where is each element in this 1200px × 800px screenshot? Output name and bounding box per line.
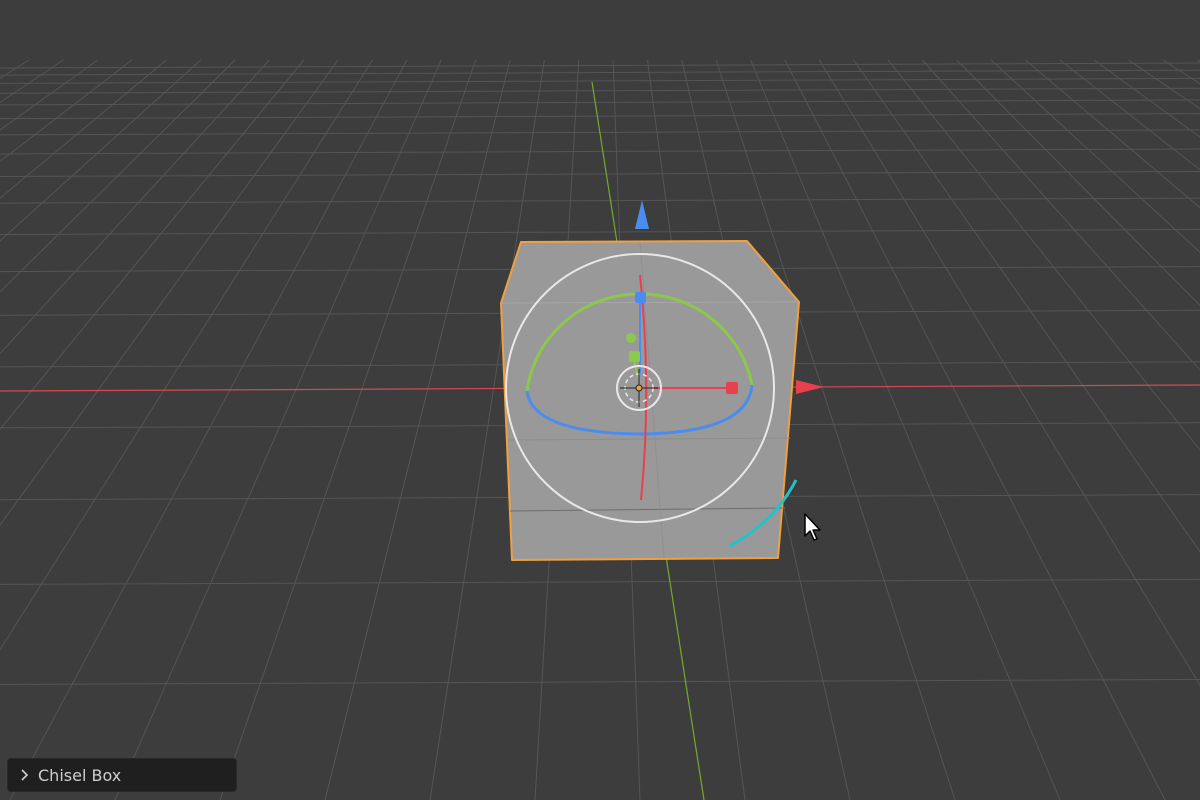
grid-line xyxy=(0,59,202,242)
grid-line xyxy=(1059,59,1200,171)
z-scale-handle[interactable] xyxy=(635,292,646,303)
grid-line xyxy=(921,59,1200,371)
grid-line xyxy=(0,171,1200,178)
grid-line xyxy=(1128,59,1200,110)
chevron-right-icon[interactable] xyxy=(14,768,36,782)
grid-line xyxy=(956,59,1200,307)
grid-line xyxy=(0,99,1200,106)
grid-line xyxy=(0,59,167,199)
grid-line xyxy=(0,62,1200,69)
object-origin-dot xyxy=(635,384,643,392)
grid-line xyxy=(0,59,339,526)
x-scale-handle[interactable] xyxy=(726,382,738,394)
grid-line xyxy=(0,578,1200,585)
grid-line xyxy=(1162,59,1200,85)
selected-cube[interactable] xyxy=(500,240,800,561)
grid-line xyxy=(887,59,1200,451)
grid-line xyxy=(114,59,442,800)
grid-line xyxy=(0,87,1200,94)
grid-line xyxy=(0,678,1200,685)
grid-line xyxy=(0,148,1200,155)
grid-line xyxy=(0,229,1200,236)
grid-line xyxy=(0,59,236,293)
z-axis-arrow[interactable] xyxy=(635,200,649,229)
grid-line xyxy=(818,59,1200,687)
last-operator-panel[interactable]: Chisel Box xyxy=(7,758,237,792)
grid-line xyxy=(0,69,1200,76)
grid-line xyxy=(0,197,1200,204)
y-scale-handle[interactable] xyxy=(629,351,640,362)
grid-line xyxy=(0,59,98,131)
grid-line xyxy=(1025,59,1200,209)
grid-line xyxy=(0,59,30,79)
grid-line xyxy=(324,59,511,800)
3d-viewport[interactable] xyxy=(0,0,1200,800)
grid-line xyxy=(784,59,1166,800)
grid-line xyxy=(0,59,133,163)
grid-line xyxy=(0,59,270,355)
yz-plane-handle[interactable] xyxy=(626,333,636,343)
viewport-canvas[interactable] xyxy=(0,0,1200,800)
last-operator-label: Chisel Box xyxy=(38,765,122,785)
grid-line xyxy=(0,59,373,651)
grid-line xyxy=(0,59,64,104)
grid-line xyxy=(750,59,1061,800)
